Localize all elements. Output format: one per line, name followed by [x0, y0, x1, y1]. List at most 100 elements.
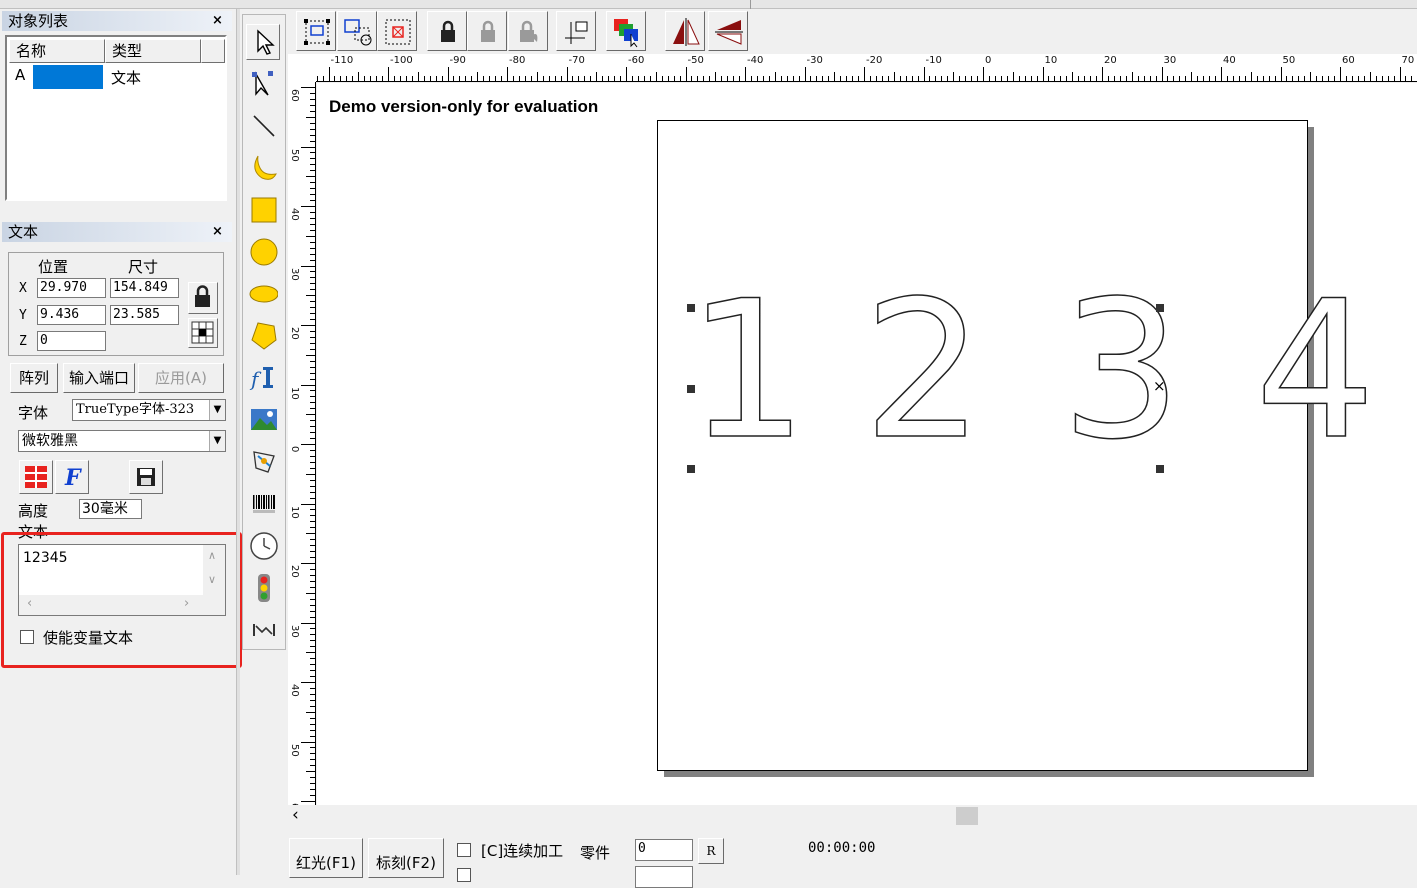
selection-handle[interactable]	[687, 304, 695, 312]
selection-handle[interactable]	[687, 385, 695, 393]
group-select-button[interactable]	[337, 11, 377, 51]
canvas-hscroll[interactable]: ‹	[288, 805, 1417, 827]
polygon-tool[interactable]	[246, 318, 280, 354]
chevron-down-icon[interactable]: ▼	[209, 431, 225, 451]
ruler-tick	[310, 283, 315, 285]
x-position-input[interactable]: 29.970	[37, 278, 106, 298]
ruler-tick	[1387, 76, 1389, 81]
parts-label: 零件	[580, 844, 611, 862]
object-list-close-icon[interactable]: ×	[212, 13, 223, 28]
origin-button[interactable]	[556, 11, 596, 51]
column-header-type[interactable]: 类型	[105, 39, 201, 63]
vector-file-tool[interactable]	[246, 444, 280, 480]
svg-text:f: f	[249, 367, 262, 391]
reset-parts-button[interactable]: R	[698, 838, 724, 864]
scroll-down-icon[interactable]: ∨	[208, 573, 216, 586]
font-style-button[interactable]: F	[55, 460, 89, 494]
text-panel-close-icon[interactable]: ×	[212, 224, 223, 239]
array-button[interactable]: 阵列	[10, 363, 58, 393]
apply-button[interactable]: 应用(A)	[138, 363, 224, 393]
column-header-name[interactable]: 名称	[9, 39, 105, 63]
io-port-tool[interactable]	[246, 570, 280, 606]
text-content-area[interactable]: 12345 ∧ ∨ ‹ ›	[18, 544, 226, 616]
width-input[interactable]: 154.849	[110, 278, 179, 298]
variable-text-checkbox[interactable]	[20, 630, 34, 644]
input-port-button[interactable]: 输入端口	[63, 363, 135, 393]
ruler-tick	[435, 76, 437, 81]
mirror-vertical-icon	[715, 20, 743, 45]
font-name-select[interactable]: 微软雅黑 ▼	[18, 430, 226, 452]
mark-button[interactable]: 标刻(F2)	[368, 838, 444, 878]
mirror-horizontal-button[interactable]	[665, 11, 705, 51]
selection-handle[interactable]	[687, 465, 695, 473]
node-edit-tool[interactable]	[246, 66, 280, 102]
continuous-checkbox[interactable]	[457, 843, 471, 857]
unlock-all-button[interactable]	[508, 11, 548, 51]
scroll-left-icon[interactable]: ‹	[27, 596, 32, 611]
bitmap-tool[interactable]	[246, 402, 280, 438]
z-position-input[interactable]: 0	[37, 331, 106, 351]
timer-tool[interactable]	[246, 528, 280, 564]
text-height-input[interactable]: 30毫米	[79, 499, 142, 519]
ruler-tick	[301, 265, 315, 267]
text-area-hscroll[interactable]: ‹ ›	[19, 595, 225, 615]
ruler-tick	[626, 67, 627, 81]
select-mark-checkbox[interactable]	[457, 868, 471, 882]
text-tool[interactable]: f	[246, 360, 280, 396]
table-row[interactable]: A 文本	[9, 65, 219, 89]
ruler-tick	[334, 76, 336, 81]
digit-2: 2	[862, 260, 984, 481]
ruler-tick	[608, 76, 610, 81]
layer-button[interactable]	[606, 11, 646, 51]
font-library-button[interactable]	[19, 460, 53, 494]
font-type-select[interactable]: TrueType字体-323 ▼	[72, 399, 226, 421]
parts-count-input[interactable]: 0	[635, 839, 693, 861]
font-name-value: 微软雅黑	[22, 433, 78, 449]
text-object[interactable]: 1 2 3 4	[686, 275, 1417, 473]
barcode-tool[interactable]	[246, 486, 280, 522]
top-strip	[0, 0, 1417, 9]
scroll-thumb[interactable]	[956, 807, 978, 825]
font-label: 字体	[18, 404, 49, 422]
select-tool[interactable]	[246, 24, 280, 60]
ruler-tick	[1191, 72, 1193, 81]
ruler-tick	[301, 206, 315, 207]
unlock-object-button[interactable]	[467, 11, 507, 51]
scroll-left-icon[interactable]: ‹	[292, 805, 299, 825]
height-size-input[interactable]: 23.585	[110, 305, 179, 325]
left-panel-splitter[interactable]	[236, 9, 240, 875]
ruler-tick	[566, 67, 568, 81]
ruler-tick	[983, 67, 984, 81]
select-all-button[interactable]	[296, 11, 336, 51]
drawing-canvas[interactable]: Demo version-only for evaluation 1 2 3 4…	[317, 83, 1417, 805]
invert-select-button[interactable]	[377, 11, 417, 51]
lock-object-button[interactable]	[427, 11, 467, 51]
chevron-down-icon[interactable]: ▼	[209, 400, 225, 420]
rectangle-tool[interactable]	[246, 192, 280, 228]
scroll-up-icon[interactable]: ∧	[208, 549, 216, 562]
mirror-vertical-button[interactable]	[708, 11, 748, 51]
line-tool[interactable]	[246, 108, 280, 144]
ruler-tick	[762, 76, 764, 81]
text-area-vscroll[interactable]: ∧ ∨	[203, 545, 225, 597]
save-font-button[interactable]	[129, 460, 163, 494]
scroll-right-icon[interactable]: ›	[184, 596, 189, 611]
ruler-tick	[1393, 76, 1395, 81]
selection-handle[interactable]	[1156, 304, 1164, 312]
y-position-input[interactable]: 9.436	[37, 305, 106, 325]
ruler-tick	[911, 76, 913, 81]
curve-tool[interactable]	[246, 150, 280, 186]
circle-tool[interactable]	[246, 234, 280, 270]
selection-handle[interactable]	[1156, 465, 1164, 473]
red-light-button[interactable]: 红光(F1)	[289, 838, 363, 878]
delay-tool[interactable]	[246, 612, 280, 648]
svg-text:F: F	[64, 465, 82, 491]
anchor-grid-button[interactable]	[188, 318, 218, 348]
ruler-tick	[310, 670, 315, 672]
ruler-tick	[869, 76, 871, 81]
lock-aspect-button[interactable]	[188, 282, 218, 314]
traffic-light-icon	[258, 574, 270, 602]
ellipse-tool[interactable]	[246, 276, 280, 312]
total-input[interactable]	[635, 866, 693, 888]
ruler-tick	[1137, 76, 1139, 81]
